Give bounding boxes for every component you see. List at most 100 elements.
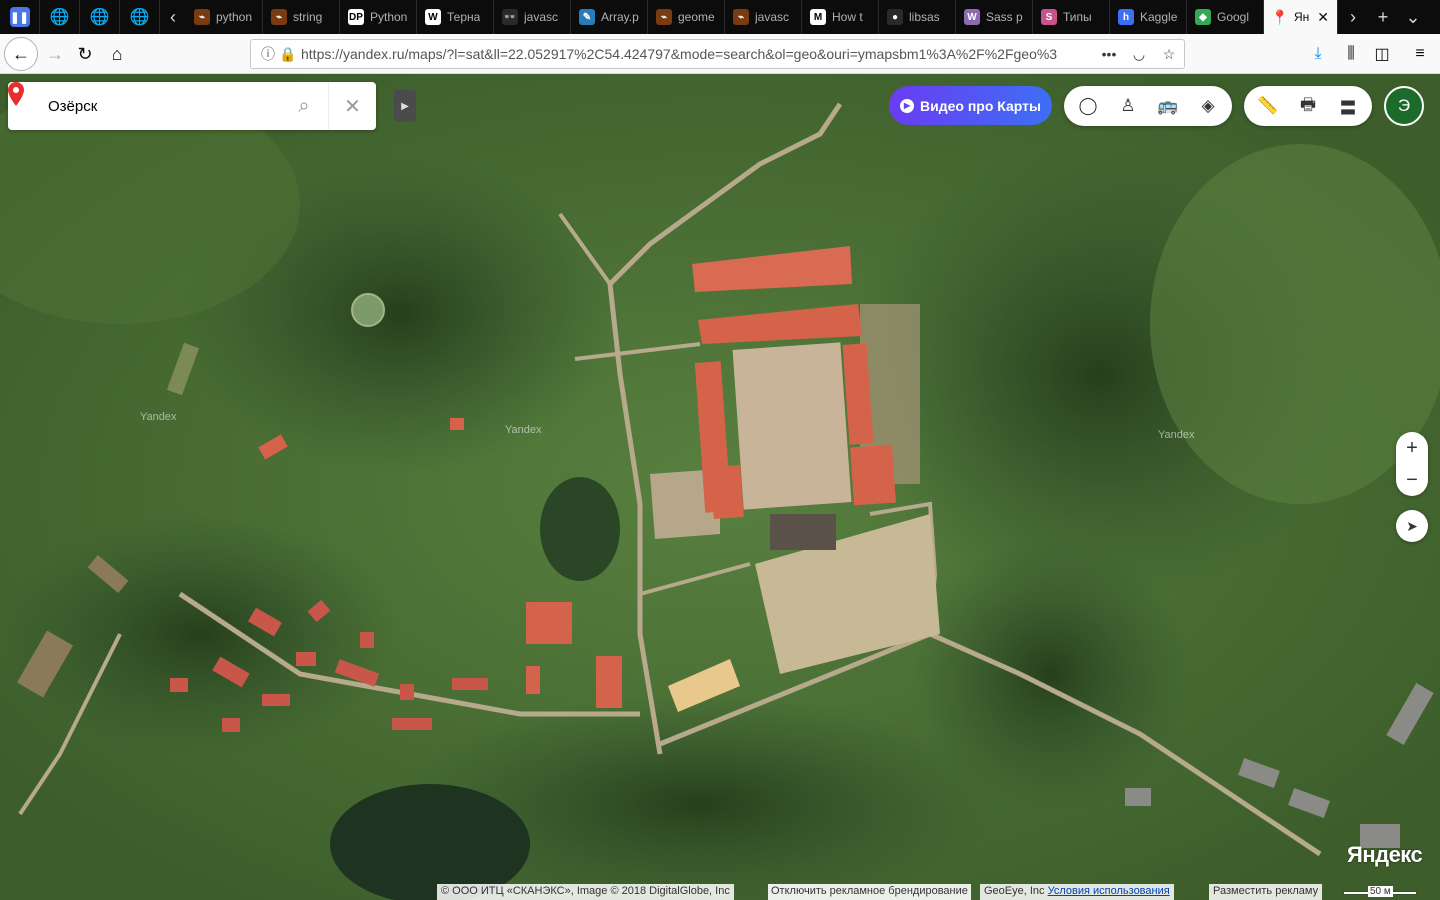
video-about-maps-button[interactable]: ▶ Видео про Карты bbox=[889, 86, 1052, 125]
page-actions-icon[interactable]: ••• bbox=[1094, 46, 1124, 62]
pinned-tab[interactable]: 🌐 bbox=[80, 0, 120, 34]
panorama-icon[interactable]: ♙ bbox=[1108, 86, 1148, 126]
map-watermark: Yandex bbox=[505, 424, 542, 436]
tab-favicon-icon: M bbox=[810, 9, 826, 25]
copyright-text: © ООО ИТЦ «СКАНЭКС», Image © 2018 Digita… bbox=[441, 885, 730, 897]
tab-title: Sass p bbox=[986, 10, 1023, 24]
tab-favicon-icon: ● bbox=[887, 9, 903, 25]
tab-favicon-icon: W bbox=[425, 9, 441, 25]
satellite-map[interactable]: Yandex Yandex Yandex ⌕ ✕ ▶ ▶ Видео про К… bbox=[0, 74, 1440, 900]
geoeye-text: GeoEye, Inc bbox=[984, 885, 1045, 897]
yandex-logo[interactable]: Яндекс bbox=[1347, 842, 1423, 868]
tab-title: python bbox=[216, 10, 253, 24]
tab-favicon-icon: ⌁ bbox=[656, 9, 672, 25]
tab-favicon-icon: ◆ bbox=[1195, 9, 1211, 25]
scroll-tabs-right-button[interactable]: › bbox=[1338, 0, 1368, 34]
pinned-tab[interactable]: 🌐 bbox=[40, 0, 80, 34]
transport-icon[interactable]: 🚌 bbox=[1148, 86, 1188, 126]
ruler-icon[interactable]: 📏 bbox=[1248, 86, 1288, 126]
tab-title: Типы bbox=[1063, 10, 1092, 24]
tab[interactable]: h Kaggle bbox=[1110, 0, 1187, 34]
tab-title: javasc bbox=[755, 10, 790, 24]
geolocation-button[interactable]: ➤ bbox=[1396, 510, 1428, 542]
search-icon[interactable]: ⌕ bbox=[280, 82, 328, 130]
map-tools-controls: 📏 🖶 〓 bbox=[1244, 86, 1372, 126]
reload-button[interactable]: ↻ bbox=[70, 39, 100, 69]
library-icon[interactable]: ⫼ bbox=[1336, 39, 1366, 69]
url-text[interactable]: https://yandex.ru/maps/?l=sat&ll=22.0529… bbox=[297, 46, 1094, 62]
tab-bar: ❚❚ 🌐 🌐 🌐 ‹ ⌁ python ⌁ string DP Python W Терна 👓… bbox=[0, 0, 1440, 34]
traffic-icon[interactable]: ◯ bbox=[1068, 86, 1108, 126]
tab-favicon-icon: 👓 bbox=[502, 9, 518, 25]
search-input[interactable] bbox=[48, 97, 280, 115]
pocket-icon[interactable]: ◡ bbox=[1124, 46, 1154, 63]
layers-icon[interactable]: ◈ bbox=[1188, 86, 1228, 126]
tab-favicon-icon: ⌁ bbox=[733, 9, 749, 25]
globe-icon: 🌐 bbox=[89, 9, 110, 26]
pause-icon: ❚❚ bbox=[9, 7, 30, 27]
globe-icon: 🌐 bbox=[49, 9, 70, 26]
new-tab-button[interactable]: + bbox=[1368, 0, 1398, 34]
tab-title: geome bbox=[678, 10, 715, 24]
tab[interactable]: 👓 javasc bbox=[494, 0, 571, 34]
satellite-imagery bbox=[0, 74, 1440, 900]
info-icon[interactable]: ⓘ bbox=[257, 44, 279, 64]
downloads-icon[interactable]: ⤓ bbox=[1303, 39, 1333, 69]
tab-favicon-icon: W bbox=[964, 9, 980, 25]
tab[interactable]: ⌁ geome bbox=[648, 0, 725, 34]
scale-bar: 50 м bbox=[1344, 886, 1416, 900]
print-icon[interactable]: 🖶 bbox=[1288, 86, 1328, 126]
play-icon: ▶ bbox=[900, 98, 915, 113]
clear-search-button[interactable]: ✕ bbox=[328, 82, 376, 130]
home-button[interactable]: ⌂ bbox=[102, 39, 132, 69]
map-watermark: Yandex bbox=[1158, 429, 1195, 441]
zoom-out-button[interactable]: − bbox=[1396, 464, 1428, 496]
forward-button[interactable]: → bbox=[40, 39, 70, 69]
close-icon[interactable]: ✕ bbox=[1317, 9, 1329, 26]
navigation-toolbar: ← → ↻ ⌂ ⓘ 🔒 https://yandex.ru/maps/?l=sa… bbox=[0, 34, 1440, 74]
tab[interactable]: DP Python bbox=[340, 0, 417, 34]
tab-title: string bbox=[293, 10, 323, 24]
tab[interactable]: ⌁ python bbox=[186, 0, 263, 34]
tab[interactable]: ⌁ javasc bbox=[725, 0, 802, 34]
tab-favicon-icon: S bbox=[1041, 9, 1057, 25]
menu-icon[interactable]: 〓 bbox=[1328, 86, 1368, 126]
tab[interactable]: S Типы bbox=[1033, 0, 1110, 34]
zoom-in-button[interactable]: + bbox=[1396, 432, 1428, 464]
back-button[interactable]: ← bbox=[4, 37, 38, 71]
zoom-control: + − bbox=[1396, 432, 1428, 496]
tab-title: Kaggle bbox=[1140, 10, 1178, 24]
tab-title: Ян bbox=[1294, 10, 1310, 24]
terms-link[interactable]: Условия использования bbox=[1048, 885, 1170, 897]
tab-favicon-icon: ⌁ bbox=[194, 9, 210, 25]
tab[interactable]: W Терна bbox=[417, 0, 494, 34]
tab[interactable]: ⌁ string bbox=[263, 0, 340, 34]
address-bar[interactable]: ⓘ 🔒 https://yandex.ru/maps/?l=sat&ll=22.… bbox=[250, 39, 1185, 69]
video-button-label: Видео про Карты bbox=[920, 97, 1041, 114]
tab[interactable]: ✎ Array.p bbox=[571, 0, 648, 34]
disable-branding-link[interactable]: Отключить рекламное брендирование bbox=[768, 884, 971, 900]
menu-icon[interactable]: ≡ bbox=[1405, 39, 1435, 69]
tab-active[interactable]: 📍 Ян ✕ bbox=[1264, 0, 1338, 34]
advertise-link[interactable]: Разместить рекламу bbox=[1209, 884, 1323, 900]
user-avatar[interactable]: Э bbox=[1384, 86, 1424, 126]
tab-favicon-icon: DP bbox=[348, 9, 364, 25]
lock-icon[interactable]: 🔒 bbox=[279, 46, 297, 63]
sidebar-icon[interactable]: ◫ bbox=[1367, 39, 1397, 69]
scroll-tabs-left-button[interactable]: ‹ bbox=[160, 0, 186, 34]
tab-title: javasc bbox=[524, 10, 559, 24]
bookmark-star-icon[interactable]: ☆ bbox=[1154, 46, 1184, 63]
tab[interactable]: M How t bbox=[802, 0, 879, 34]
tab-favicon-icon: h bbox=[1118, 9, 1134, 25]
pinned-tab[interactable]: 🌐 bbox=[120, 0, 160, 34]
yandex-maps-pin-icon: 📍 bbox=[1271, 8, 1289, 25]
tab-list-menu-button[interactable]: ⌄ bbox=[1398, 0, 1428, 34]
tab[interactable]: ● libsas bbox=[879, 0, 956, 34]
tab[interactable]: ◆ Googl bbox=[1187, 0, 1264, 34]
collapse-panel-button[interactable]: ▶ bbox=[394, 90, 416, 122]
tab-list: ⌁ python ⌁ string DP Python W Терна 👓 javasc ✎ Arra… bbox=[186, 0, 1264, 34]
pinned-tab[interactable]: ❚❚ bbox=[0, 0, 40, 34]
tab-favicon-icon: ⌁ bbox=[271, 9, 287, 25]
tab-title: Python bbox=[370, 10, 408, 24]
tab[interactable]: W Sass p bbox=[956, 0, 1033, 34]
